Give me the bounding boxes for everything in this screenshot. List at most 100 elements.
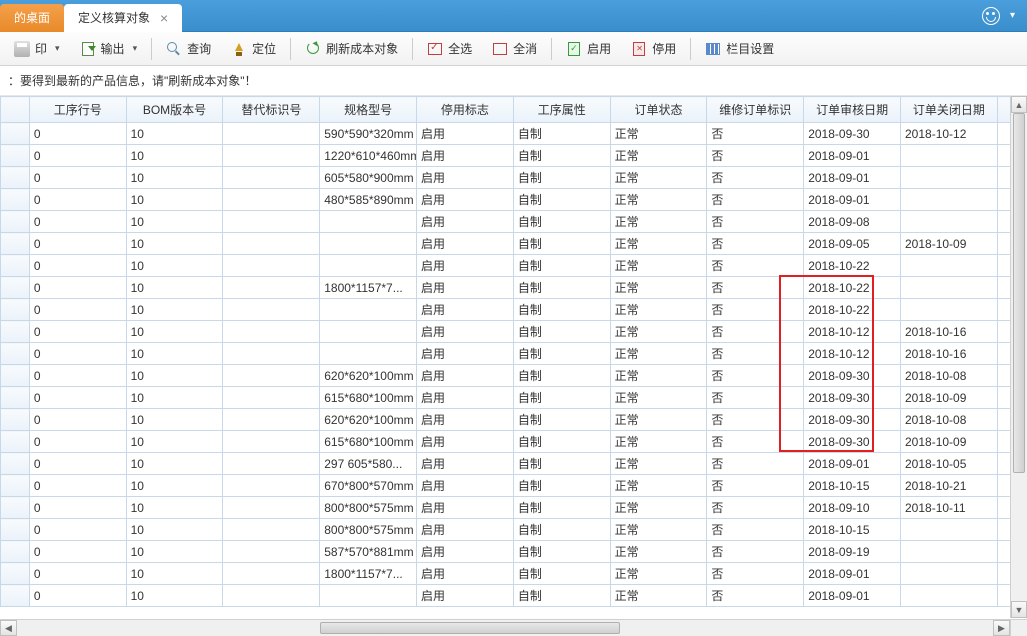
table-cell[interactable]: 正常	[610, 233, 707, 255]
table-cell[interactable]: 2018-09-08	[804, 211, 901, 233]
vertical-scrollbar[interactable]: ▲ ▼	[1010, 96, 1027, 618]
column-header[interactable]: 维修订单标识	[707, 97, 804, 123]
table-cell[interactable]: 正常	[610, 497, 707, 519]
scroll-up-arrow-icon[interactable]: ▲	[1011, 96, 1027, 113]
table-cell[interactable]: 否	[707, 233, 804, 255]
table-cell[interactable]: 2018-10-12	[901, 123, 998, 145]
table-cell[interactable]: 正常	[610, 475, 707, 497]
row-selector[interactable]	[1, 585, 30, 607]
table-cell[interactable]	[320, 321, 417, 343]
table-cell[interactable]: 正常	[610, 189, 707, 211]
table-cell[interactable]	[223, 123, 320, 145]
table-cell[interactable]: 10	[126, 453, 223, 475]
table-cell[interactable]: 590*590*320mm	[320, 123, 417, 145]
table-cell[interactable]: 启用	[417, 167, 514, 189]
table-cell[interactable]: 2018-10-09	[901, 387, 998, 409]
table-cell[interactable]	[223, 299, 320, 321]
table-cell[interactable]: 否	[707, 343, 804, 365]
row-selector[interactable]	[1, 453, 30, 475]
table-cell[interactable]	[223, 167, 320, 189]
table-cell[interactable]: 0	[29, 189, 126, 211]
table-cell[interactable]	[223, 541, 320, 563]
table-cell[interactable]: 自制	[513, 277, 610, 299]
column-header[interactable]: 规格型号	[320, 97, 417, 123]
table-cell[interactable]: 2018-10-09	[901, 233, 998, 255]
table-cell[interactable]: 0	[29, 343, 126, 365]
table-cell[interactable]: 自制	[513, 475, 610, 497]
refresh-cost-button[interactable]: 刷新成本对象	[295, 36, 408, 62]
table-cell[interactable]: 启用	[417, 255, 514, 277]
table-cell[interactable]: 正常	[610, 365, 707, 387]
table-cell[interactable]: 正常	[610, 585, 707, 607]
table-cell[interactable]: 正常	[610, 519, 707, 541]
table-cell[interactable]: 正常	[610, 277, 707, 299]
row-selector[interactable]	[1, 365, 30, 387]
column-header[interactable]: BOM版本号	[126, 97, 223, 123]
table-cell[interactable]: 2018-09-01	[804, 585, 901, 607]
table-cell[interactable]: 自制	[513, 123, 610, 145]
table-cell[interactable]: 10	[126, 563, 223, 585]
table-cell[interactable]: 2018-10-12	[804, 343, 901, 365]
table-cell[interactable]: 0	[29, 123, 126, 145]
table-cell[interactable]	[901, 167, 998, 189]
table-row[interactable]: 010启用自制正常否2018-10-22	[1, 299, 1027, 321]
table-cell[interactable]: 否	[707, 585, 804, 607]
table-cell[interactable]	[223, 321, 320, 343]
table-cell[interactable]: 605*580*900mm	[320, 167, 417, 189]
table-cell[interactable]	[901, 189, 998, 211]
table-cell[interactable]: 正常	[610, 167, 707, 189]
table-cell[interactable]: 自制	[513, 541, 610, 563]
table-cell[interactable]: 587*570*881mm	[320, 541, 417, 563]
row-selector[interactable]	[1, 387, 30, 409]
table-cell[interactable]: 自制	[513, 585, 610, 607]
row-selector[interactable]	[1, 299, 30, 321]
table-row[interactable]: 010615*680*100mm启用自制正常否2018-09-302018-10…	[1, 387, 1027, 409]
table-cell[interactable]: 480*585*890mm	[320, 189, 417, 211]
table-cell[interactable]: 2018-09-30	[804, 123, 901, 145]
column-settings-button[interactable]: 栏目设置	[695, 36, 784, 62]
table-cell[interactable]: 2018-10-08	[901, 409, 998, 431]
table-cell[interactable]: 10	[126, 277, 223, 299]
table-cell[interactable]: 10	[126, 475, 223, 497]
table-cell[interactable]: 启用	[417, 497, 514, 519]
row-selector[interactable]	[1, 211, 30, 233]
table-cell[interactable]	[901, 519, 998, 541]
table-row[interactable]: 010670*800*570mm启用自制正常否2018-10-152018-10…	[1, 475, 1027, 497]
table-cell[interactable]: 0	[29, 453, 126, 475]
table-cell[interactable]: 自制	[513, 189, 610, 211]
table-cell[interactable]	[223, 453, 320, 475]
table-cell[interactable]: 10	[126, 365, 223, 387]
table-cell[interactable]: 1800*1157*7...	[320, 563, 417, 585]
table-row[interactable]: 010启用自制正常否2018-10-122018-10-16	[1, 321, 1027, 343]
table-cell[interactable]	[223, 497, 320, 519]
table-row[interactable]: 010620*620*100mm启用自制正常否2018-09-302018-10…	[1, 365, 1027, 387]
table-cell[interactable]: 620*620*100mm	[320, 365, 417, 387]
table-cell[interactable]: 2018-10-15	[804, 519, 901, 541]
column-header[interactable]: 订单关闭日期	[901, 97, 998, 123]
table-cell[interactable]: 正常	[610, 255, 707, 277]
table-cell[interactable]: 正常	[610, 123, 707, 145]
table-cell[interactable]	[223, 585, 320, 607]
table-cell[interactable]: 0	[29, 409, 126, 431]
table-cell[interactable]: 正常	[610, 145, 707, 167]
table-cell[interactable]: 启用	[417, 211, 514, 233]
scroll-down-arrow-icon[interactable]: ▼	[1011, 601, 1027, 618]
table-cell[interactable]: 2018-09-30	[804, 409, 901, 431]
table-cell[interactable]: 否	[707, 321, 804, 343]
select-all-button[interactable]: 全选	[417, 36, 482, 62]
table-cell[interactable]: 自制	[513, 497, 610, 519]
table-cell[interactable]: 启用	[417, 123, 514, 145]
table-cell[interactable]: 10	[126, 211, 223, 233]
table-row[interactable]: 010启用自制正常否2018-09-052018-10-09	[1, 233, 1027, 255]
table-cell[interactable]: 自制	[513, 145, 610, 167]
table-row[interactable]: 010800*800*575mm启用自制正常否2018-09-102018-10…	[1, 497, 1027, 519]
table-cell[interactable]	[901, 541, 998, 563]
row-selector[interactable]	[1, 519, 30, 541]
table-cell[interactable]: 正常	[610, 453, 707, 475]
table-cell[interactable]: 自制	[513, 321, 610, 343]
table-cell[interactable]: 启用	[417, 431, 514, 453]
table-row[interactable]: 010590*590*320mm启用自制正常否2018-09-302018-10…	[1, 123, 1027, 145]
table-cell[interactable]: 否	[707, 541, 804, 563]
table-cell[interactable]: 800*800*575mm	[320, 497, 417, 519]
table-cell[interactable]: 2018-09-19	[804, 541, 901, 563]
